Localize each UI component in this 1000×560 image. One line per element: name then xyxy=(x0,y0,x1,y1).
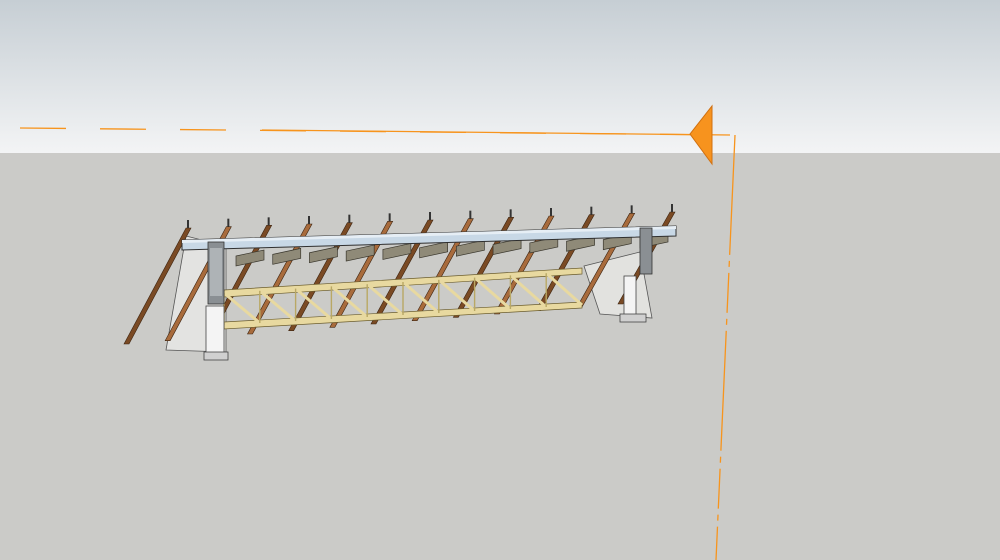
right-post-base[interactable] xyxy=(619,313,647,323)
left-post[interactable] xyxy=(205,305,225,355)
roof-framing-model[interactable] xyxy=(0,0,1000,560)
model-viewport[interactable] xyxy=(0,0,1000,560)
right-hanger-bracket[interactable] xyxy=(639,227,653,275)
sky-gradient xyxy=(0,0,1000,153)
left-bracket-face xyxy=(210,248,222,296)
ground-fill xyxy=(0,153,1000,560)
left-post-base[interactable] xyxy=(203,351,229,361)
right-post[interactable] xyxy=(623,275,637,317)
